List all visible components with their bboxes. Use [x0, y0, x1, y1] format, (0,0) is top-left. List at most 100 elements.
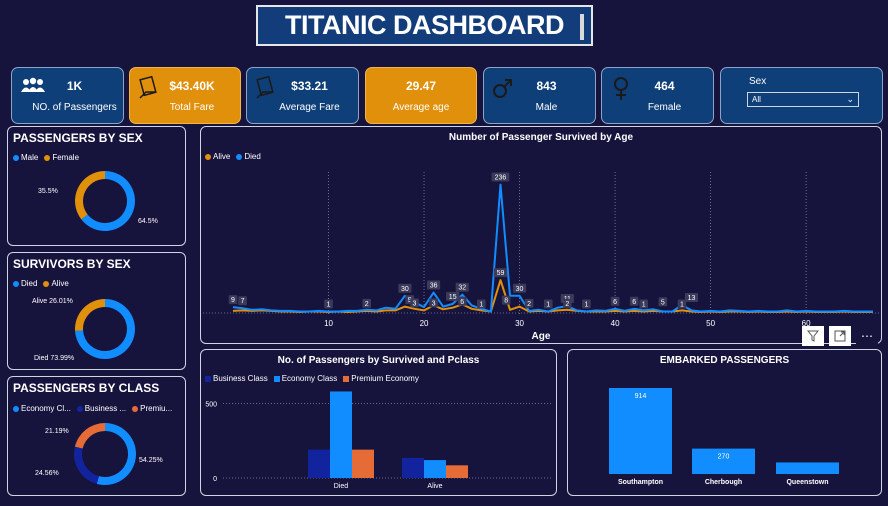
data-label: 236	[495, 175, 507, 182]
panel-survivors-by-sex: SURVIVORS BY SEX Died Alive Alive 26.01%…	[7, 252, 186, 370]
kpi-card-average-age: 29.47 Average age	[365, 67, 477, 124]
focus-mode-icon[interactable]	[829, 326, 851, 346]
data-label: 5	[661, 299, 665, 306]
x-tick-label: 10	[324, 319, 333, 328]
bar	[424, 460, 446, 478]
data-label: 1	[479, 301, 483, 308]
donut-slice	[74, 171, 105, 220]
people-icon	[21, 77, 45, 92]
kpi-card-average-fare: $33.21 Average Fare	[246, 67, 359, 124]
slice-label: 35.5%	[38, 188, 58, 195]
kpi-value: $33.21	[291, 78, 328, 93]
donut-slice	[74, 299, 105, 331]
data-label: 2	[565, 301, 569, 308]
data-label: 6	[460, 299, 464, 306]
kpi-value: $43.40K	[169, 78, 215, 93]
kpi-value: 843	[536, 78, 557, 93]
panel-passengers-by-sex: PASSENGERS BY SEX Male Female 35.5% 64.5…	[7, 126, 186, 246]
line-chart: 97123093363153261236598302111216615113 1…	[203, 172, 881, 342]
dashboard-title: TITANIC DASHBOARD	[285, 10, 564, 40]
data-label: 6	[613, 299, 617, 306]
kpi-label: NO. of Passengers	[32, 101, 117, 113]
chevron-down-icon: ⌄	[846, 94, 854, 104]
panel-embarked-passengers: EMBARKED PASSENGERS 914 Southampton 270 Che…	[567, 349, 882, 496]
x-tick-label: Alive	[427, 483, 442, 490]
kpi-label: Average age	[392, 101, 450, 113]
data-label: 8	[504, 298, 508, 305]
kpi-card-male: 843 Male	[483, 67, 596, 124]
data-label: 3	[432, 300, 436, 307]
data-label: 7	[241, 298, 245, 305]
donut-slice	[96, 423, 136, 485]
female-icon	[614, 77, 628, 100]
panel-survived-by-age: Number of Passenger Survived by Age Aliv…	[200, 126, 882, 344]
data-label: 32	[458, 285, 466, 292]
x-tick-label: 40	[611, 319, 620, 328]
kpi-label: Female	[647, 101, 682, 113]
data-label: 30	[516, 286, 524, 293]
donut-chart: Alive 26.01% Died 73.99%	[32, 298, 135, 362]
sex-slicer: Sex All ⌄	[720, 67, 883, 124]
panel-passengers-by-class: PASSENGERS BY CLASS Economy Cl... Busine…	[7, 376, 186, 496]
slicer-label: Sex	[749, 76, 767, 87]
slice-label: Died 73.99%	[34, 355, 74, 362]
male-icon	[493, 79, 512, 98]
series-line-died	[232, 183, 873, 313]
data-label: 1	[327, 301, 331, 308]
kpi-label: Total Fare	[169, 101, 215, 113]
x-tick-label: 50	[706, 319, 715, 328]
data-label: 13	[688, 295, 696, 302]
bar	[352, 449, 374, 478]
bar	[330, 391, 352, 478]
more-options-icon[interactable]: ⋯	[856, 326, 878, 346]
kpi-card-passengers: 1K NO. of Passengers	[11, 67, 124, 124]
y-tick-label: 0	[213, 476, 217, 483]
filter-icon[interactable]	[802, 326, 824, 346]
data-label: 1	[680, 301, 684, 308]
donut-slice	[74, 423, 105, 449]
x-tick-label: Cherbough	[705, 479, 742, 486]
data-label: 59	[497, 270, 505, 277]
data-label: 1	[584, 301, 588, 308]
donut-chart: 35.5% 64.5%	[38, 171, 158, 231]
bar	[776, 462, 839, 474]
bar	[609, 388, 672, 474]
dashboard-title-box: TITANIC DASHBOARD	[256, 5, 593, 46]
slice-label: 24.56%	[35, 470, 59, 477]
title-cursor	[580, 14, 584, 40]
x-tick-label: Southampton	[618, 479, 663, 486]
sex-dropdown[interactable]: All ⌄	[747, 92, 859, 107]
money-icon	[139, 76, 157, 99]
x-tick-label: Died	[334, 483, 349, 490]
bar	[692, 448, 755, 474]
x-tick-label: Queenstown	[786, 479, 828, 486]
embarked-bar-chart: 914 Southampton 270 Cherbough Queenstown	[609, 388, 839, 486]
dropdown-value: All	[752, 95, 761, 104]
data-label: 9	[231, 297, 235, 304]
kpi-card-total-fare: $43.40K Total Fare	[129, 67, 241, 124]
data-label: 2	[527, 301, 531, 308]
data-label: 36	[430, 283, 438, 290]
data-label: 914	[635, 393, 647, 400]
money-icon	[256, 76, 274, 99]
kpi-label: Average Fare	[279, 101, 340, 113]
data-label: 3	[413, 300, 417, 307]
data-label: 6	[632, 299, 636, 306]
panel-survived-by-pclass: No. of Passengers by Survived and Pclass…	[200, 349, 557, 496]
clustered-bar-chart: 0 500 Died Alive	[205, 391, 553, 490]
data-label: 1	[642, 301, 646, 308]
slice-label: 54.25%	[139, 457, 163, 464]
kpi-value: 1K	[66, 78, 83, 93]
kpi-value: 29.47	[405, 78, 437, 93]
bar	[402, 457, 424, 478]
donut-chart: 21.19% 54.25% 24.56%	[35, 423, 163, 485]
data-label: 30	[401, 286, 409, 293]
slice-label: Alive 26.01%	[32, 298, 73, 305]
x-tick-label: 20	[420, 319, 429, 328]
bar	[308, 449, 330, 478]
x-axis-title: Age	[532, 331, 551, 342]
donut-slice	[73, 446, 99, 484]
slice-label: 21.19%	[45, 428, 69, 435]
kpi-value: 464	[654, 78, 675, 93]
x-tick-label: 30	[515, 319, 524, 328]
